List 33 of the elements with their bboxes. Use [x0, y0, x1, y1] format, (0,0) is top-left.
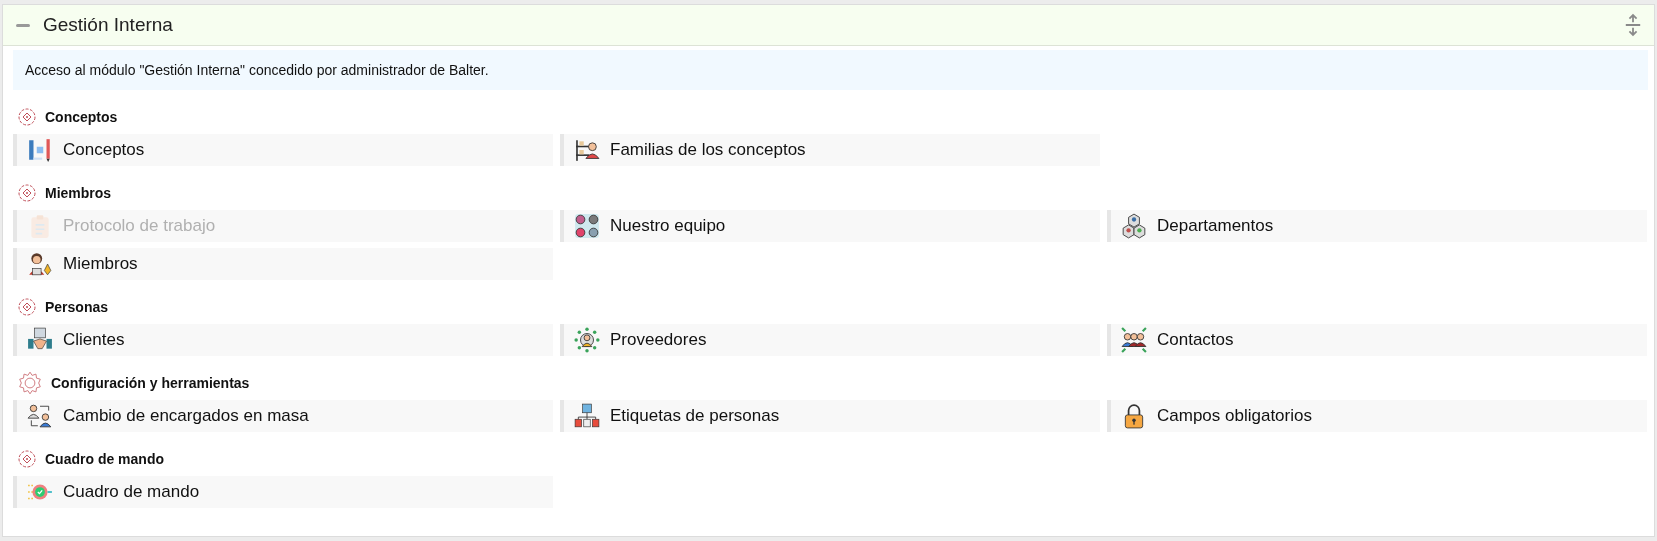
- target-icon: [17, 449, 37, 469]
- worker-icon: [27, 251, 53, 277]
- network-icon: [574, 327, 600, 353]
- section-title: Cuadro de mando: [45, 449, 164, 469]
- section-title: Personas: [45, 297, 109, 317]
- module-link[interactable]: Cambio de encargados en masa: [13, 400, 553, 432]
- hierarchy-icon: [574, 403, 600, 429]
- ruler-icon: [27, 137, 53, 163]
- module-link[interactable]: Familias de los conceptos: [560, 134, 1100, 166]
- module-link[interactable]: Miembros: [13, 248, 553, 280]
- shelf-icon: [574, 137, 600, 163]
- group-icon: [1121, 327, 1147, 353]
- hexpeople-icon: [1121, 213, 1147, 239]
- panel-title: Gestión Interna: [43, 12, 173, 37]
- module-link[interactable]: Nuestro equipo: [560, 210, 1100, 242]
- expand-collapse-icon[interactable]: [1624, 13, 1642, 37]
- module-link[interactable]: Conceptos: [13, 134, 553, 166]
- module-link[interactable]: Proveedores: [560, 324, 1100, 356]
- target-icon: [17, 107, 37, 127]
- target-icon: [17, 297, 37, 317]
- module-link[interactable]: Campos obligatorios: [1107, 400, 1647, 432]
- module-link[interactable]: Cuadro de mando: [13, 476, 553, 508]
- section-title: Configuración y herramientas: [51, 373, 250, 393]
- target-icon: [17, 183, 37, 203]
- gear-icon: [17, 370, 43, 396]
- module-link[interactable]: Contactos: [1107, 324, 1647, 356]
- module-link[interactable]: Departamentos: [1107, 210, 1647, 242]
- section-title: Conceptos: [45, 107, 118, 127]
- module-link[interactable]: Clientes: [13, 324, 553, 356]
- access-notice: Acceso al módulo "Gestión Interna" concedido por administrador de Balter.: [13, 50, 1648, 90]
- section-title: Miembros: [45, 183, 112, 203]
- module-link[interactable]: Etiquetas de personas: [560, 400, 1100, 432]
- swap-icon: [27, 403, 53, 429]
